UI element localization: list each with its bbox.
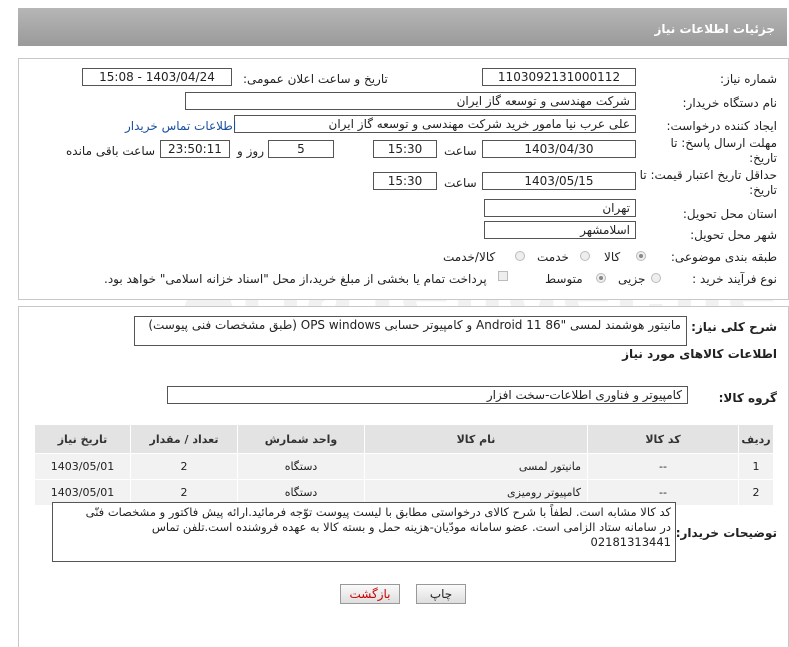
col-quantity: تعداد / مقدار bbox=[130, 424, 238, 454]
buyer-org-label: نام دستگاه خریدار: bbox=[682, 96, 778, 110]
validity-label-line1: حداقل تاریخ اعتبار قیمت: تا bbox=[639, 168, 777, 182]
process-option-medium: متوسط bbox=[545, 272, 583, 286]
remaining-label: ساعت باقی مانده bbox=[66, 144, 156, 158]
goods-table-header: ردیف کد کالا نام کالا واحد شمارش تعداد /… bbox=[34, 424, 774, 454]
creator-field: علی عرب نیا مامور خرید شرکت مهندسی و توس… bbox=[234, 115, 636, 133]
category-radio-goods-service[interactable] bbox=[515, 251, 525, 261]
page-header: جزئیات اطلاعات نیاز bbox=[18, 8, 787, 46]
process-option-minor: جزیی bbox=[618, 272, 646, 286]
goods-group-field: کامپیوتر و فناوری اطلاعات-سخت افزار bbox=[167, 386, 688, 404]
buyer-notes-line: 02181313441 bbox=[590, 535, 671, 549]
validity-time-label: ساعت bbox=[444, 176, 477, 190]
buyer-notes-line: در سامانه ستاد الزامی است. عضو سامانه مو… bbox=[151, 520, 671, 534]
category-radio-service[interactable] bbox=[580, 251, 590, 261]
category-label: طبقه بندی موضوعی: bbox=[670, 250, 777, 264]
deadline-time-field: 15:30 bbox=[373, 140, 437, 158]
deadline-label-line2: تاریخ: bbox=[749, 151, 777, 165]
buyer-org-field: شرکت مهندسی و توسعه گاز ایران bbox=[185, 92, 636, 110]
category-option-service: خدمت bbox=[537, 250, 569, 264]
creator-label: ایجاد کننده درخواست: bbox=[666, 119, 777, 133]
goods-table: ردیف کد کالا نام کالا واحد شمارش تعداد /… bbox=[34, 424, 774, 506]
buyer-notes-textarea: کد کالا مشابه است. لطفاً با شرح کالای در… bbox=[52, 502, 676, 562]
category-option-goods-service: کالا/خدمت bbox=[443, 250, 496, 264]
back-button[interactable]: بازگشت bbox=[340, 584, 400, 604]
summary-label: شرح کلی نیاز: bbox=[691, 320, 777, 334]
col-unit: واحد شمارش bbox=[237, 424, 365, 454]
process-radio-minor[interactable] bbox=[651, 273, 661, 283]
deadline-label: مهلت ارسال پاسخ: تا تاریخ: bbox=[670, 136, 777, 166]
process-radio-medium[interactable] bbox=[596, 273, 606, 283]
treasury-payment-note: پرداخت تمام یا بخشی از مبلغ خرید،از محل … bbox=[104, 272, 487, 286]
need-number-label: شماره نیاز: bbox=[720, 72, 777, 86]
deadline-date-field: 1403/04/30 bbox=[482, 140, 636, 158]
summary-textarea: مانیتور هوشمند لمسی "86 Android 11 و کام… bbox=[134, 316, 687, 346]
buyer-notes-line: کد کالا مشابه است. لطفاً با شرح کالای در… bbox=[85, 505, 671, 519]
days-label: روز و bbox=[237, 144, 264, 158]
deadline-time-label: ساعت bbox=[444, 144, 477, 158]
category-option-goods: کالا bbox=[604, 250, 621, 264]
treasury-payment-checkbox[interactable] bbox=[498, 271, 508, 281]
item-code: -- bbox=[587, 453, 739, 480]
table-row: 1 -- مانیتور لمسی دستگاه 2 1403/05/01 bbox=[34, 453, 774, 480]
goods-section-title: اطلاعات کالاهای مورد نیاز bbox=[622, 347, 777, 361]
col-row-number: ردیف bbox=[738, 424, 774, 454]
deadline-label-line1: مهلت ارسال پاسخ: تا bbox=[670, 136, 777, 150]
validity-label: حداقل تاریخ اعتبار قیمت: تا تاریخ: bbox=[640, 168, 777, 198]
category-radio-goods[interactable] bbox=[636, 251, 646, 261]
goods-group-label: گروه کالا: bbox=[718, 391, 777, 405]
col-item-code: کد کالا bbox=[587, 424, 739, 454]
page-title: جزئیات اطلاعات نیاز bbox=[654, 22, 775, 36]
item-unit: دستگاه bbox=[237, 453, 365, 480]
announce-date-field: 1403/04/24 - 15:08 bbox=[82, 68, 232, 86]
province-field: تهران bbox=[484, 199, 636, 217]
row-number: 1 bbox=[738, 453, 774, 480]
province-label: استان محل تحویل: bbox=[682, 207, 777, 221]
remaining-time-field: 23:50:11 bbox=[160, 140, 230, 158]
city-label: شهر محل تحویل: bbox=[690, 228, 777, 242]
buyer-notes-label: توضیحات خریدار: bbox=[675, 526, 777, 540]
validity-date-field: 1403/05/15 bbox=[482, 172, 636, 190]
item-need-date: 1403/05/01 bbox=[34, 453, 131, 480]
contact-info-link[interactable]: اطلاعات تماس خریدار bbox=[125, 119, 236, 133]
days-field: 5 bbox=[268, 140, 334, 158]
item-name: مانیتور لمسی bbox=[364, 453, 588, 480]
city-field: اسلامشهر bbox=[484, 221, 636, 239]
need-number-field: 1103092131000112 bbox=[482, 68, 636, 86]
print-button[interactable]: چاپ bbox=[416, 584, 466, 604]
validity-label-line2: تاریخ: bbox=[749, 183, 777, 197]
col-need-date: تاریخ نیاز bbox=[34, 424, 131, 454]
validity-time-field: 15:30 bbox=[373, 172, 437, 190]
announce-date-label: تاریخ و ساعت اعلان عمومی: bbox=[243, 72, 388, 86]
col-item-name: نام کالا bbox=[364, 424, 588, 454]
process-label: نوع فرآیند خرید : bbox=[692, 272, 777, 286]
item-quantity: 2 bbox=[130, 453, 238, 480]
row-number: 2 bbox=[738, 479, 774, 506]
